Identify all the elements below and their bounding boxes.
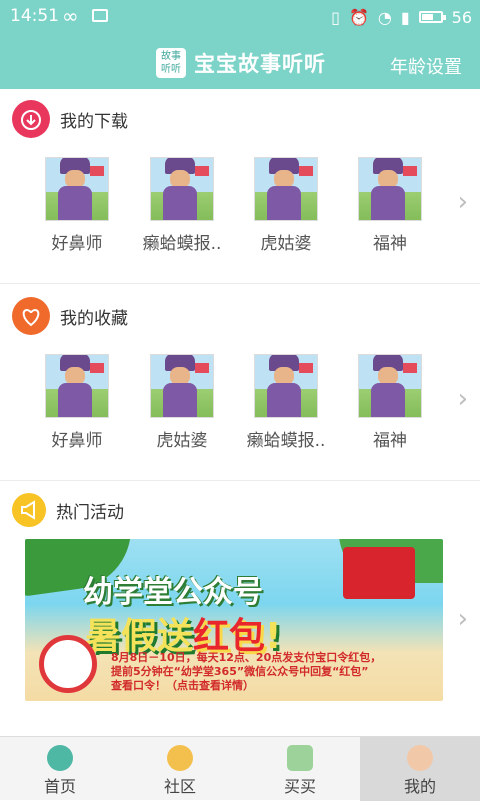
alarm-icon: ⏰ xyxy=(348,7,369,27)
story-title: 癞蛤蟆报.. xyxy=(246,431,326,451)
megaphone-icon xyxy=(12,493,46,527)
status-bar: 14:51 ∞ ▯ ⏰ ◔ ▮ 56 xyxy=(0,0,480,33)
download-item[interactable]: 虎姑婆 xyxy=(243,157,329,254)
banner-line: 查看口令！（点击查看详情） xyxy=(111,679,254,692)
activities-header: 热门活动 xyxy=(12,490,124,530)
activities-label: 热门活动 xyxy=(56,502,124,523)
activity-banner[interactable]: 幼学堂公众号 暑假送红包! 8月8日－10日，每天12点、20点发支付宝口令红包… xyxy=(25,539,443,701)
story-cover xyxy=(45,354,109,418)
banner-line: 提前5分钟在“幼学堂365”微信公众号中回复“红包” xyxy=(111,665,369,678)
wifi-icon: ◔ xyxy=(377,7,392,27)
music-note-icon xyxy=(47,745,73,771)
favorite-item[interactable]: 福神 xyxy=(347,354,433,451)
downloads-header[interactable]: 我的下载 xyxy=(12,99,128,139)
favorites-more-chevron-icon[interactable]: › xyxy=(458,384,468,414)
baby-face-icon xyxy=(407,745,433,771)
battery-percent: 56 xyxy=(451,7,472,27)
image-notification-icon xyxy=(92,9,108,22)
tab-community[interactable]: 社区 xyxy=(120,737,240,801)
download-item[interactable]: 癞蛤蟆报.. xyxy=(139,157,225,254)
download-item[interactable]: 好鼻师 xyxy=(34,157,120,254)
red-envelope-icon xyxy=(343,547,415,599)
alarm-clock-icon xyxy=(39,635,97,693)
divider xyxy=(0,480,480,481)
tab-label: 买买 xyxy=(283,777,316,796)
tab-label: 首页 xyxy=(43,777,76,796)
tab-mine[interactable]: 我的 xyxy=(360,737,480,801)
story-cover xyxy=(45,157,109,221)
chat-icon xyxy=(167,745,193,771)
story-cover xyxy=(254,354,318,418)
story-cover xyxy=(254,157,318,221)
download-icon xyxy=(12,100,50,138)
story-title: 虎姑婆 xyxy=(156,431,208,451)
story-title: 好鼻师 xyxy=(51,234,103,254)
battery-icon xyxy=(418,11,446,23)
story-title: 癞蛤蟆报.. xyxy=(142,234,222,254)
activities-more-chevron-icon[interactable]: › xyxy=(458,604,468,634)
favorites-header[interactable]: 我的收藏 xyxy=(12,296,128,336)
story-title: 福神 xyxy=(373,431,407,451)
story-cover xyxy=(358,354,422,418)
favorites-label: 我的收藏 xyxy=(60,308,128,329)
story-title: 好鼻师 xyxy=(51,431,103,451)
tab-label: 社区 xyxy=(163,777,196,796)
shoe-icon xyxy=(287,745,313,771)
tab-shop[interactable]: 买买 xyxy=(240,737,360,801)
banner-line: 8月8日－10日，每天12点、20点发支付宝口令红包， xyxy=(111,651,382,664)
downloads-more-chevron-icon[interactable]: › xyxy=(458,187,468,217)
favorite-item[interactable]: 癞蛤蟆报.. xyxy=(243,354,329,451)
story-cover xyxy=(150,354,214,418)
infinity-icon: ∞ xyxy=(62,4,79,28)
app-title: 宝宝故事听听 xyxy=(194,52,326,76)
downloads-label: 我的下载 xyxy=(60,111,128,132)
age-setting-button[interactable]: 年龄设置 xyxy=(390,53,462,79)
story-cover xyxy=(150,157,214,221)
story-title: 虎姑婆 xyxy=(260,234,312,254)
app-bar: 故事 听听 宝宝故事听听 年龄设置 xyxy=(0,33,480,89)
banner-title: 幼学堂公众号 xyxy=(83,575,263,610)
bottom-tab-bar: 首页 社区 买买 我的 xyxy=(0,736,480,801)
download-item[interactable]: 福神 xyxy=(347,157,433,254)
heart-icon xyxy=(12,297,50,335)
banner-details: 8月8日－10日，每天12点、20点发支付宝口令红包， 提前5分钟在“幼学堂36… xyxy=(111,651,437,693)
favorite-item[interactable]: 好鼻师 xyxy=(34,354,120,451)
tab-label: 我的 xyxy=(403,777,436,796)
status-time: 14:51 xyxy=(10,6,59,26)
story-cover xyxy=(358,157,422,221)
tab-home[interactable]: 首页 xyxy=(0,737,120,801)
app-logo: 故事 听听 xyxy=(156,48,186,78)
divider xyxy=(0,283,480,284)
signal-icon: ▮ xyxy=(400,7,410,27)
vibrate-icon: ▯ xyxy=(331,7,340,27)
favorite-item[interactable]: 虎姑婆 xyxy=(139,354,225,451)
story-title: 福神 xyxy=(373,234,407,254)
